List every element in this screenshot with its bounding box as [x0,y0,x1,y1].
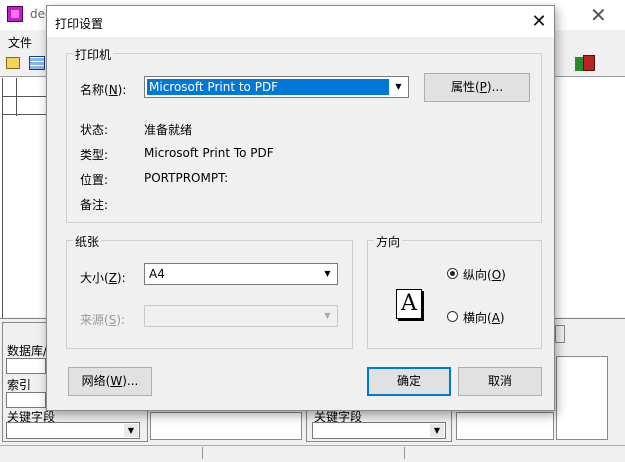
type-label: 类型: [80,148,109,162]
status-bar [0,445,625,462]
grid-line [16,78,17,116]
paper-group: 纸张 大小(Z): A4 ▼ 来源(S): ▼ [66,233,353,349]
orientation-group: 方向 A 纵向(O) 横向(A) [367,233,542,349]
bg-right-button[interactable] [555,325,565,343]
landscape-label[interactable]: 横向(A) [463,309,505,326]
dialog-titlebar: 打印设置 ✕ [47,6,554,37]
close-icon[interactable]: ✕ [528,11,550,33]
grid-icon[interactable] [29,56,45,70]
status-label: 状态: [80,123,109,137]
key-field-combo-right[interactable]: ▼ [312,422,446,439]
orientation-group-legend: 方向 [374,233,403,250]
index-input[interactable] [6,392,46,408]
paper-source-select: ▼ [144,305,338,327]
chevron-down-icon[interactable]: ▼ [390,78,407,96]
db-label: 数据库/ [7,344,48,358]
key-field-combo-left[interactable]: ▼ [6,422,140,439]
paper-group-legend: 纸张 [73,233,102,250]
printer-group-legend: 打印机 [73,46,114,63]
app-close-icon[interactable]: ✕ [590,3,607,27]
index-label: 索引 [7,378,32,392]
app-icon [7,6,23,22]
bg-white-box [150,412,302,440]
properties-button[interactable]: 属性(P)... [424,73,530,102]
paper-source-label: 来源(S): [80,313,126,327]
bg-white-box-right [456,412,554,440]
chevron-down-icon[interactable]: ▼ [319,265,336,283]
status-value: 准备就绪 [144,123,193,137]
cancel-button[interactable]: 取消 [458,367,542,396]
paper-size-value: A4 [149,267,165,281]
printer-name-value: Microsoft Print to PDF [147,79,389,95]
chevron-down-icon: ▼ [324,311,331,320]
paper-size-select[interactable]: A4 ▼ [144,263,338,285]
network-button[interactable]: 网络(W)... [68,367,152,396]
print-setup-dialog: 打印设置 ✕ 打印机 名称(N): Microsoft Print to PDF… [46,5,555,411]
db-input[interactable] [6,358,46,374]
type-value: Microsoft Print To PDF [144,146,274,160]
status-divider [404,447,405,459]
bg-right-box [556,356,608,440]
menu-file[interactable]: 文件 [8,34,32,51]
dialog-title: 打印设置 [55,17,104,31]
ok-button[interactable]: 确定 [367,367,451,396]
paper-size-label: 大小(Z): [80,271,126,285]
comment-label: 备注: [80,198,109,212]
printer-name-select[interactable]: Microsoft Print to PDF ▼ [144,76,409,98]
printer-name-label: 名称(N): [80,83,127,97]
portrait-radio[interactable] [447,268,458,279]
location-value: PORTPROMPT: [144,171,229,185]
portrait-page-icon: A [396,289,422,319]
portrait-label[interactable]: 纵向(O) [463,266,506,283]
printer-group: 打印机 名称(N): Microsoft Print to PDF ▼ 属性(P… [66,46,542,223]
landscape-radio[interactable] [447,311,458,322]
location-label: 位置: [80,173,109,187]
status-divider [202,447,203,459]
toolbar-exit-icon[interactable] [583,55,595,71]
open-folder-icon[interactable] [6,57,20,69]
